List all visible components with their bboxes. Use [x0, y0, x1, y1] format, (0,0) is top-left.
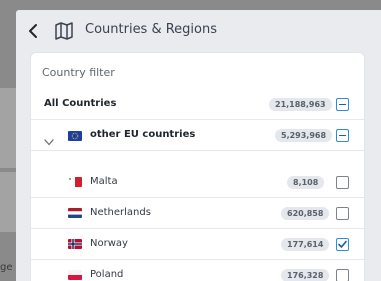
country-row-netherlands[interactable]: Netherlands 620,858 [31, 198, 364, 229]
background-panel-strip [0, 172, 16, 232]
group-count: 5,293,968 [275, 129, 333, 142]
country-count: 177,614 [281, 238, 330, 251]
page-title: Countries & Regions [85, 22, 218, 37]
malta-flag-icon [68, 177, 82, 187]
country-filter-card: Country filter All Countries 21,188,963 … [30, 52, 365, 281]
country-label: Malta [90, 176, 118, 187]
country-row-poland[interactable]: Poland 176,328 [31, 260, 364, 281]
all-countries-row[interactable]: All Countries 21,188,963 [31, 89, 364, 120]
countries-regions-panel: Countries & Regions Country filter All C… [16, 10, 381, 281]
all-countries-label: All Countries [44, 98, 117, 109]
back-button[interactable] [26, 22, 42, 40]
poland-checkbox[interactable] [336, 269, 349, 281]
background-text: ge [0, 262, 13, 273]
malta-checkbox[interactable] [336, 176, 349, 189]
norway-checkbox[interactable] [336, 238, 349, 251]
norway-flag-icon [68, 239, 82, 249]
country-row-norway[interactable]: Norway 177,614 [31, 229, 364, 260]
country-row-malta[interactable]: Malta 8,108 [31, 167, 364, 198]
group-row-other-eu[interactable]: other EU countries 5,293,968 [31, 120, 364, 151]
country-label: Poland [90, 269, 124, 280]
chevron-down-icon[interactable] [44, 131, 54, 146]
checkmark-icon [338, 240, 347, 248]
country-count: 8,108 [287, 176, 325, 189]
group-label: other EU countries [90, 129, 196, 140]
netherlands-checkbox[interactable] [336, 207, 349, 220]
netherlands-flag-icon [68, 208, 82, 218]
all-countries-checkbox[interactable] [336, 98, 349, 111]
poland-flag-icon [68, 270, 82, 280]
filter-title: Country filter [42, 66, 115, 79]
panel-header: Countries & Regions [16, 10, 381, 50]
group-checkbox[interactable] [336, 129, 349, 142]
country-count: 620,858 [281, 207, 330, 220]
all-countries-count: 21,188,963 [269, 98, 332, 111]
country-label: Netherlands [90, 207, 151, 218]
country-label: Norway [90, 238, 128, 249]
country-count: 176,328 [281, 269, 330, 281]
chevron-left-icon [29, 24, 37, 38]
background-panel-strip [0, 88, 16, 168]
eu-flag-icon [68, 131, 82, 141]
map-icon [54, 22, 74, 40]
